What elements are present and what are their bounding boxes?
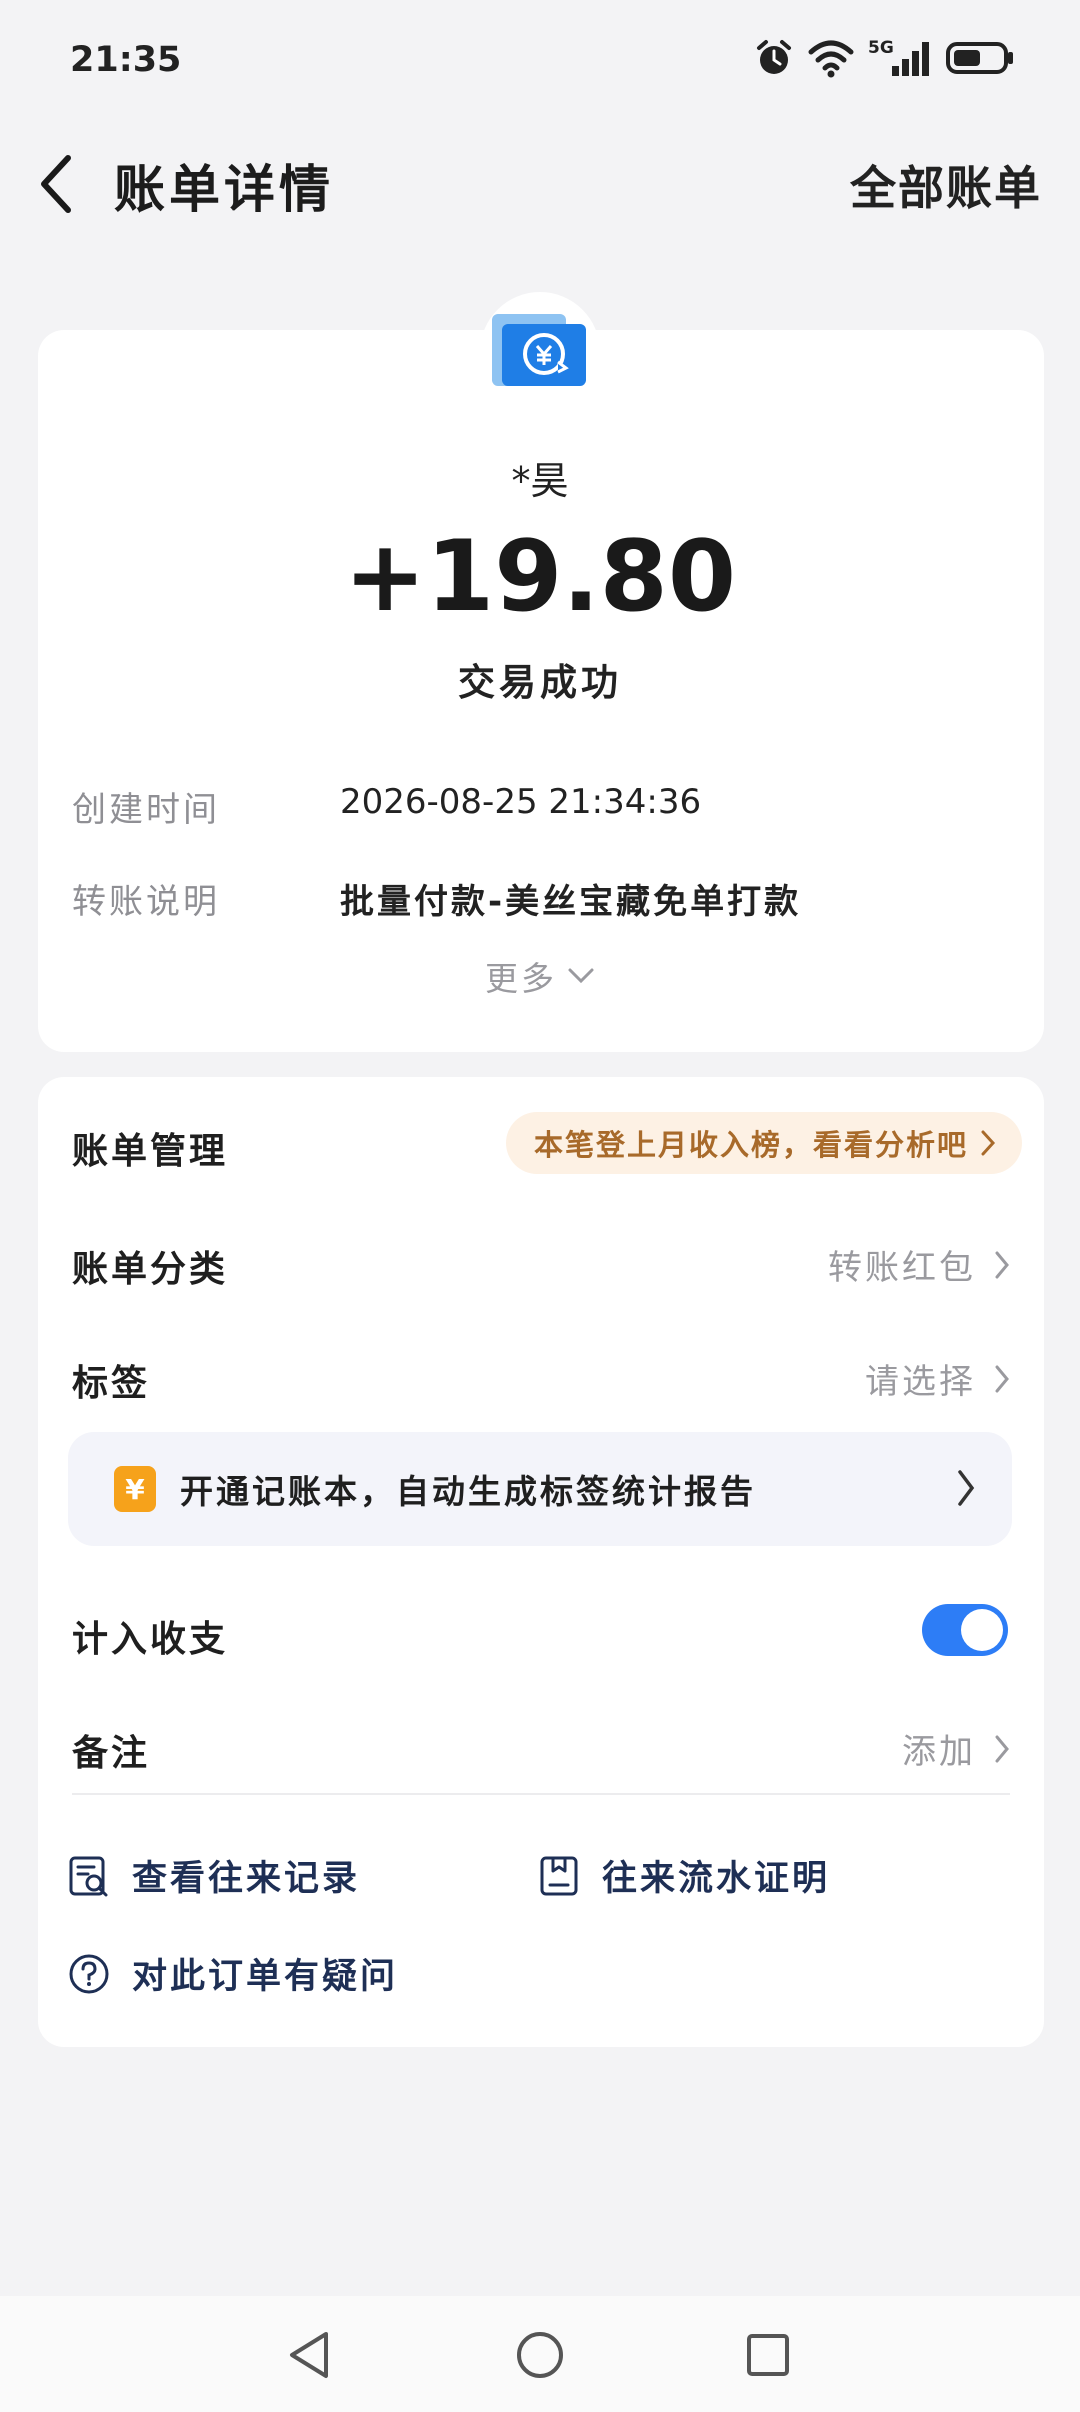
chevron-down-icon xyxy=(568,968,594,984)
payer-name: *昊 xyxy=(511,459,569,503)
note-label: 备注 xyxy=(72,1733,151,1774)
network-label: 5G xyxy=(868,38,894,58)
income-rank-pill[interactable]: 本笔登上月收入榜，看看分析吧 xyxy=(505,1112,1022,1174)
income-pill-text: 本笔登上月收入榜，看看分析吧 xyxy=(533,1128,968,1162)
search-record-icon xyxy=(69,1856,108,1896)
back-triangle-icon[interactable] xyxy=(286,2330,332,2380)
status-icons: 5G xyxy=(754,38,1014,78)
tag-row[interactable]: 请选择 xyxy=(865,1354,1010,1403)
chevron-right-icon xyxy=(958,1470,975,1506)
chevron-right-icon xyxy=(995,1251,1009,1278)
cellular-signal-icon: 5G xyxy=(868,38,932,78)
bill-category-label: 账单分类 xyxy=(72,1249,229,1290)
all-bills-button[interactable]: 全部账单 xyxy=(850,152,1042,218)
recents-square-icon[interactable] xyxy=(745,2332,791,2378)
created-time-value: 2026-08-25 21:34:36 xyxy=(340,782,702,822)
question-icon xyxy=(69,1954,109,1993)
transaction-status: 交易成功 xyxy=(458,661,622,704)
more-label: 更多 xyxy=(485,959,557,998)
bill-category-value: 转账红包 xyxy=(828,1248,976,1288)
count-in-budget-label: 计入收支 xyxy=(72,1619,229,1660)
view-history-label: 查看往来记录 xyxy=(132,1859,361,1899)
battery-icon xyxy=(946,42,1013,74)
note-value: 添加 xyxy=(902,1732,976,1772)
order-question-link[interactable]: 对此订单有疑问 xyxy=(68,1948,398,1999)
promo-text: 开通记账本，自动生成标签统计报告 xyxy=(180,1472,756,1511)
wifi-icon xyxy=(808,40,854,78)
statement-proof-label: 往来流水证明 xyxy=(602,1859,831,1899)
count-in-budget-toggle[interactable] xyxy=(922,1604,1008,1656)
created-time-label: 创建时间 xyxy=(72,790,220,830)
bill-management-title: 账单管理 xyxy=(72,1131,229,1172)
transaction-amount: +19.80 xyxy=(343,520,737,634)
home-circle-icon[interactable] xyxy=(515,2330,565,2380)
divider xyxy=(72,1793,1010,1795)
more-button[interactable]: 更多 xyxy=(0,952,1080,1000)
page-title: 账单详情 xyxy=(114,161,335,220)
ledger-promo-banner[interactable]: ¥ 开通记账本，自动生成标签统计报告 xyxy=(68,1432,1012,1546)
tag-value: 请选择 xyxy=(865,1362,976,1402)
order-question-label: 对此订单有疑问 xyxy=(132,1957,399,1997)
management-card xyxy=(38,1077,1044,2047)
chevron-right-icon xyxy=(981,1130,996,1156)
document-proof-icon xyxy=(540,1856,578,1895)
status-time: 21:35 xyxy=(70,40,182,80)
yuan-badge-icon: ¥ xyxy=(114,1466,156,1512)
alarm-icon xyxy=(757,40,791,74)
note-row[interactable]: 添加 xyxy=(902,1724,1010,1773)
transfer-note-value: 批量付款-美丝宝藏免单打款 xyxy=(340,882,802,922)
back-button[interactable] xyxy=(34,152,80,216)
bill-category-row[interactable]: 转账红包 xyxy=(828,1240,1010,1289)
chevron-right-icon xyxy=(995,1735,1009,1762)
transfer-note-label: 转账说明 xyxy=(72,882,220,922)
view-history-link[interactable]: 查看往来记录 xyxy=(68,1850,360,1901)
chevron-right-icon xyxy=(995,1365,1009,1392)
tag-label: 标签 xyxy=(72,1363,151,1404)
chevron-left-icon xyxy=(41,155,71,213)
toggle-knob xyxy=(961,1609,1003,1651)
statement-proof-link[interactable]: 往来流水证明 xyxy=(538,1850,830,1901)
yuan-transfer-icon xyxy=(478,290,602,414)
